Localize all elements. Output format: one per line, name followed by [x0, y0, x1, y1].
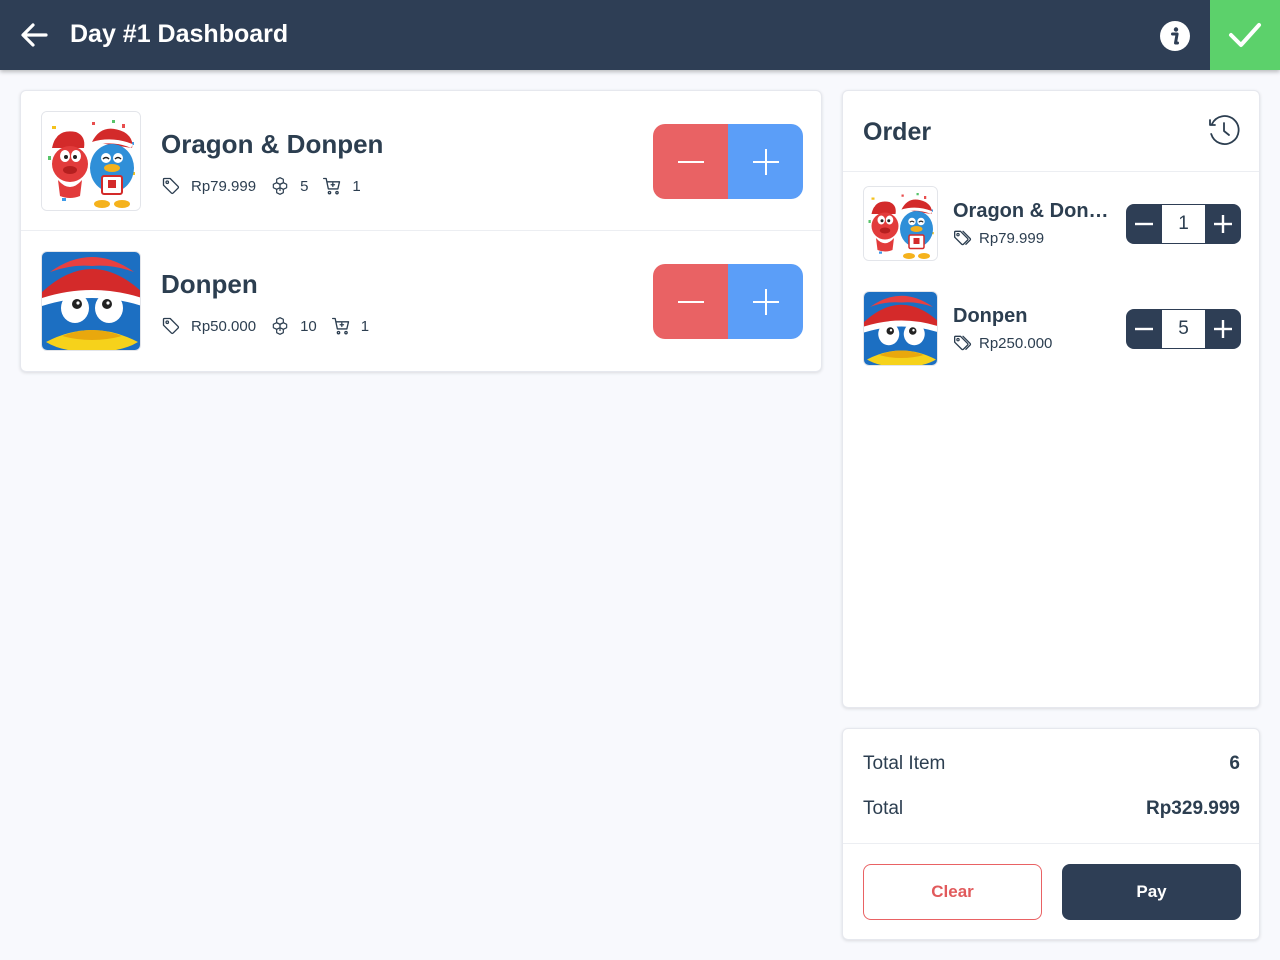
order-title: Order	[863, 118, 932, 146]
cart-icon	[322, 176, 342, 196]
order-panel: Order Oragon & Donpen Rp79.999 1 Donpen …	[842, 90, 1260, 708]
divider	[843, 843, 1259, 844]
boxes-icon	[270, 176, 290, 196]
order-item-name: Oragon & Donpen	[953, 200, 1113, 222]
tags-icon	[953, 228, 973, 248]
order-item-price: Rp250.000	[979, 334, 1053, 352]
total-label: Total	[863, 798, 904, 819]
product-meta: Rp79.999 5 1	[161, 175, 375, 197]
clock-icon	[1209, 115, 1240, 145]
plus-icon	[1214, 320, 1232, 338]
increase-button[interactable]	[728, 264, 803, 339]
tag-icon	[161, 176, 181, 196]
decrease-button[interactable]	[1126, 204, 1162, 244]
product-stepper	[653, 264, 803, 339]
decrease-button[interactable]	[653, 124, 728, 199]
product-stepper	[653, 124, 803, 199]
summary-panel: Total Item 6 Total Rp329.999 Clear Pay	[842, 728, 1260, 940]
order-item-name: Donpen	[953, 305, 1028, 327]
order-item-price: Rp79.999	[979, 229, 1045, 247]
increase-button[interactable]	[728, 124, 803, 199]
plus-icon	[1214, 215, 1232, 233]
boxes-icon	[270, 316, 290, 336]
pay-button[interactable]: Pay	[1062, 864, 1241, 920]
minus-icon	[1135, 222, 1153, 226]
order-item-price-row: Rp79.999	[953, 228, 1044, 248]
check-icon	[1229, 23, 1261, 47]
product-list: Oragon & Donpen Rp79.999 5 1 Donpen Rp50…	[20, 90, 822, 372]
product-stock: 10	[300, 317, 317, 335]
product-name: Oragon & Donpen	[161, 129, 384, 159]
cart-icon	[331, 316, 351, 336]
total-item-label: Total Item	[863, 753, 946, 774]
order-item-price-row: Rp250.000	[953, 333, 1052, 353]
top-app-bar: Day #1 Dashboard	[0, 0, 1280, 70]
total-row: Total Rp329.999	[863, 798, 1240, 820]
quantity-stepper	[1126, 309, 1241, 349]
tags-icon	[953, 333, 973, 353]
confirm-button[interactable]	[1210, 0, 1280, 70]
back-button[interactable]	[18, 19, 52, 51]
minus-icon	[677, 160, 704, 163]
oragon-donpen-image	[863, 186, 938, 261]
order-item: Oragon & Donpen Rp79.999	[843, 186, 1259, 266]
minus-icon	[677, 300, 704, 303]
tag-icon	[161, 316, 181, 336]
quantity-input[interactable]	[1162, 205, 1205, 243]
total-item-row: Total Item 6	[863, 753, 1240, 775]
oragon-donpen-image	[41, 111, 141, 211]
product-row: Oragon & Donpen Rp79.999 5 1	[21, 91, 821, 231]
info-button[interactable]	[1160, 21, 1190, 51]
donpen-image	[863, 291, 938, 366]
history-button[interactable]	[1207, 114, 1241, 148]
product-meta: Rp50.000 10 1	[161, 315, 383, 337]
product-cart-count: 1	[352, 177, 361, 195]
quantity-stepper	[1126, 204, 1241, 244]
product-cart-count: 1	[360, 317, 370, 335]
total-value: Rp329.999	[1145, 798, 1240, 819]
product-name: Donpen	[161, 269, 258, 299]
order-item: Donpen Rp250.000	[843, 291, 1259, 371]
decrease-button[interactable]	[1126, 309, 1162, 349]
donpen-image	[41, 251, 141, 351]
decrease-button[interactable]	[653, 264, 728, 339]
product-row: Donpen Rp50.000 10 1	[21, 231, 821, 371]
quantity-input[interactable]	[1162, 310, 1205, 348]
info-icon	[1160, 21, 1190, 51]
arrow-left-icon	[21, 23, 48, 47]
plus-icon	[752, 288, 779, 315]
total-item-value: 6	[1229, 753, 1240, 774]
product-stock: 5	[300, 177, 309, 195]
order-header: Order	[843, 91, 1259, 172]
increase-button[interactable]	[1205, 204, 1241, 244]
page-title: Day #1 Dashboard	[70, 20, 289, 48]
product-price: Rp50.000	[191, 317, 257, 335]
clear-button[interactable]: Clear	[863, 864, 1042, 920]
minus-icon	[1135, 327, 1153, 331]
plus-icon	[752, 148, 779, 175]
increase-button[interactable]	[1205, 309, 1241, 349]
product-price: Rp79.999	[191, 177, 257, 195]
